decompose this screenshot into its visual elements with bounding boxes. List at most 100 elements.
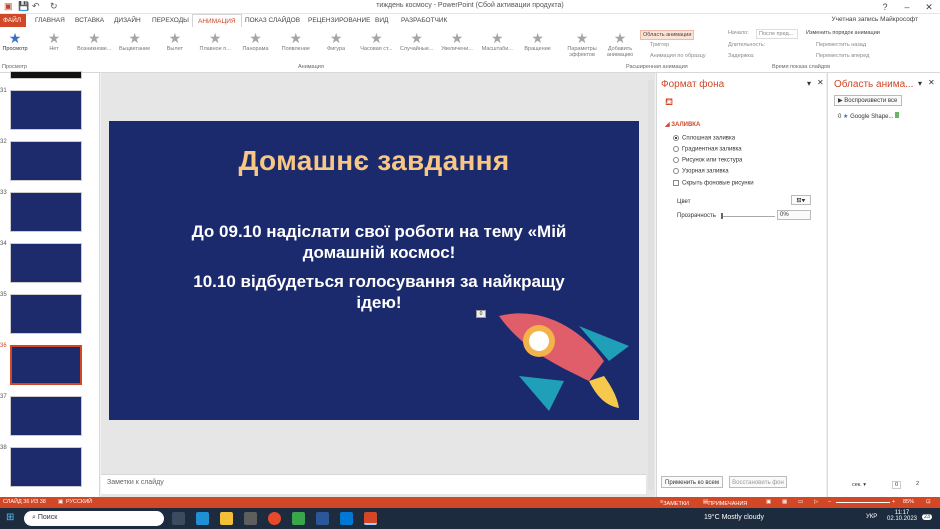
slide-thumbnail[interactable] bbox=[10, 294, 82, 334]
animation-option[interactable]: ★ Нет bbox=[34, 30, 74, 60]
slide-title[interactable]: Домашнє завдання bbox=[109, 145, 639, 177]
reset-background-button[interactable]: Восстановить фон bbox=[729, 476, 787, 488]
clock[interactable]: 11:17 02.10.2023 bbox=[886, 510, 918, 522]
slide-thumbnail[interactable] bbox=[10, 396, 82, 436]
zoom-slider[interactable] bbox=[836, 502, 890, 503]
apply-to-all-button[interactable]: Применить ко всем bbox=[661, 476, 723, 488]
hide-bg-graphics-option[interactable]: Скрыть фоновые рисунки bbox=[673, 180, 754, 187]
word-icon[interactable] bbox=[316, 512, 329, 525]
windows-start-icon[interactable]: ⊞ bbox=[6, 512, 14, 523]
animation-option[interactable]: ★ Фигура bbox=[316, 30, 356, 60]
help-icon[interactable]: ? bbox=[874, 0, 896, 14]
animation-option[interactable]: ★ Панорама bbox=[236, 30, 276, 60]
notification-badge[interactable]: 23 bbox=[922, 514, 933, 520]
animation-option[interactable]: ★ Масштаби... bbox=[477, 30, 517, 60]
slide-canvas[interactable]: Домашнє завдання До 09.10 надіслати свої… bbox=[109, 121, 639, 420]
tab-developer[interactable]: РАЗРАБОТЧИК bbox=[396, 14, 452, 27]
slideshow-view-icon[interactable]: ▷ bbox=[814, 499, 818, 505]
effect-params-button[interactable]: ★ Параметры эффектов bbox=[564, 30, 600, 60]
slide-thumbnail[interactable] bbox=[10, 71, 82, 79]
add-animation-button[interactable]: ★ Добавить анимацию bbox=[602, 30, 638, 60]
account-name[interactable]: Учетная запись Майкрософт bbox=[831, 16, 918, 23]
minimize-icon[interactable]: – bbox=[896, 0, 918, 14]
powerpoint-icon[interactable] bbox=[364, 512, 377, 525]
pane-close-icon[interactable]: ✕ bbox=[817, 78, 824, 87]
play-all-button[interactable]: ▶ Воспроизвести все bbox=[834, 95, 902, 106]
transparency-slider[interactable] bbox=[721, 216, 775, 217]
edge-icon[interactable] bbox=[196, 512, 209, 525]
anim-pane-options-icon[interactable]: ▾ bbox=[918, 79, 922, 88]
language-switcher[interactable]: УКР bbox=[866, 514, 877, 520]
gradient-fill-option[interactable]: Градиентная заливка bbox=[673, 146, 742, 153]
animation-option[interactable]: ★ Вылет bbox=[155, 30, 195, 60]
animation-option[interactable]: ★ Часовая ст... bbox=[356, 30, 396, 60]
move-earlier-button[interactable]: Переместить назад bbox=[816, 42, 866, 48]
close-icon[interactable]: ✕ bbox=[918, 0, 940, 14]
tab-review[interactable]: РЕЦЕНЗИРОВАНИЕ bbox=[303, 14, 376, 27]
fill-section-header[interactable]: ◢ ЗАЛИВКА bbox=[665, 121, 700, 128]
timeline-start[interactable]: 0 bbox=[892, 481, 902, 489]
animation-list-item[interactable]: 0 ★ Google Shape... bbox=[838, 112, 900, 120]
tab-animation[interactable]: АНИМАЦИЯ bbox=[192, 14, 242, 27]
tab-home[interactable]: ГЛАВНАЯ bbox=[30, 14, 70, 27]
slide-thumbnail[interactable] bbox=[10, 345, 82, 385]
pattern-fill-radio[interactable] bbox=[673, 168, 679, 174]
animation-option[interactable]: ★ Увеличени... bbox=[437, 30, 477, 60]
task-view-icon[interactable] bbox=[172, 512, 185, 525]
store-icon[interactable] bbox=[244, 512, 257, 525]
move-later-button[interactable]: Переместить вперед bbox=[816, 53, 869, 59]
taskbar-search[interactable]: ⌕ Поиск bbox=[24, 511, 164, 526]
tab-file[interactable]: ФАЙЛ bbox=[0, 14, 26, 27]
pattern-fill-option[interactable]: Узорная заливка bbox=[673, 168, 729, 175]
zoom-level[interactable]: 85% bbox=[903, 499, 914, 505]
transparency-slider-thumb[interactable] bbox=[721, 213, 723, 219]
outlook-icon[interactable] bbox=[340, 512, 353, 525]
fit-slide-icon[interactable]: ⊡ bbox=[926, 499, 931, 505]
fill-bucket-icon[interactable]: ⛾ bbox=[665, 97, 673, 110]
animation-option[interactable]: ★ Случайные... bbox=[397, 30, 437, 60]
picture-fill-radio[interactable] bbox=[673, 157, 679, 163]
chrome-icon[interactable] bbox=[268, 512, 281, 525]
slide-thumbnail[interactable] bbox=[10, 447, 82, 487]
slide-thumbnail[interactable] bbox=[10, 243, 82, 283]
notes-field[interactable]: Заметки к слайду bbox=[101, 474, 646, 494]
slide-sorter-icon[interactable]: ▦ bbox=[782, 499, 787, 505]
color-picker-button[interactable]: ⛾▾ bbox=[791, 195, 811, 205]
animation-option[interactable]: ★ Плавное п... bbox=[195, 30, 235, 60]
anim-pane-close-icon[interactable]: ✕ bbox=[928, 78, 935, 87]
normal-view-icon[interactable]: ▣ bbox=[766, 499, 771, 505]
animation-option[interactable]: ★ Вращение bbox=[518, 30, 558, 60]
slide-body-line1[interactable]: До 09.10 надіслати свої роботи на тему «… bbox=[169, 221, 589, 263]
animation-painter-button[interactable]: Анимация по образцу bbox=[650, 53, 706, 59]
weather-widget[interactable]: 19°C Mostly cloudy bbox=[704, 514, 764, 521]
hide-bg-checkbox[interactable] bbox=[673, 180, 679, 186]
transparency-input[interactable]: 0% bbox=[777, 210, 811, 220]
tab-insert[interactable]: ВСТАВКА bbox=[70, 14, 109, 27]
animation-option[interactable]: ★ Выцветание bbox=[115, 30, 155, 60]
zoom-in-icon[interactable]: + bbox=[892, 499, 895, 505]
spellcheck-icon[interactable]: ▣ bbox=[58, 499, 63, 505]
reading-view-icon[interactable]: ▭ bbox=[798, 499, 803, 505]
animation-pane-button[interactable]: Область анимации bbox=[640, 30, 695, 40]
editor-scrollbar[interactable] bbox=[648, 80, 654, 490]
zoom-out-icon[interactable]: – bbox=[828, 499, 831, 505]
solid-fill-option[interactable]: Сплошная заливка bbox=[673, 135, 735, 142]
comments-toggle[interactable]: ▤ ПРИМЕЧАНИЯ bbox=[703, 499, 747, 507]
slide-thumbnail[interactable] bbox=[10, 141, 82, 181]
tab-slideshow[interactable]: ПОКАЗ СЛАЙДОВ bbox=[240, 14, 305, 27]
pane-options-icon[interactable]: ▾ bbox=[807, 79, 811, 88]
start-select[interactable]: После пред... bbox=[756, 29, 798, 39]
language-indicator[interactable]: РУССКИЙ bbox=[66, 499, 92, 505]
notes-toggle[interactable]: ≡ ЗАМЕТКИ bbox=[660, 499, 689, 507]
animation-option[interactable]: ★ Возникнове... bbox=[74, 30, 114, 60]
file-explorer-icon[interactable] bbox=[220, 512, 233, 525]
tab-design[interactable]: ДИЗАЙН bbox=[109, 14, 146, 27]
gradient-fill-radio[interactable] bbox=[673, 146, 679, 152]
picture-fill-option[interactable]: Рисунок или текстура bbox=[673, 157, 742, 164]
tab-transitions[interactable]: ПЕРЕХОДЫ bbox=[147, 14, 194, 27]
seconds-dropdown[interactable]: сек. ▾ bbox=[852, 482, 866, 488]
slide-thumbnail[interactable] bbox=[10, 90, 82, 130]
animation-option[interactable]: ★ Появление bbox=[276, 30, 316, 60]
app-icon-green[interactable] bbox=[292, 512, 305, 525]
solid-fill-radio[interactable] bbox=[673, 135, 679, 141]
